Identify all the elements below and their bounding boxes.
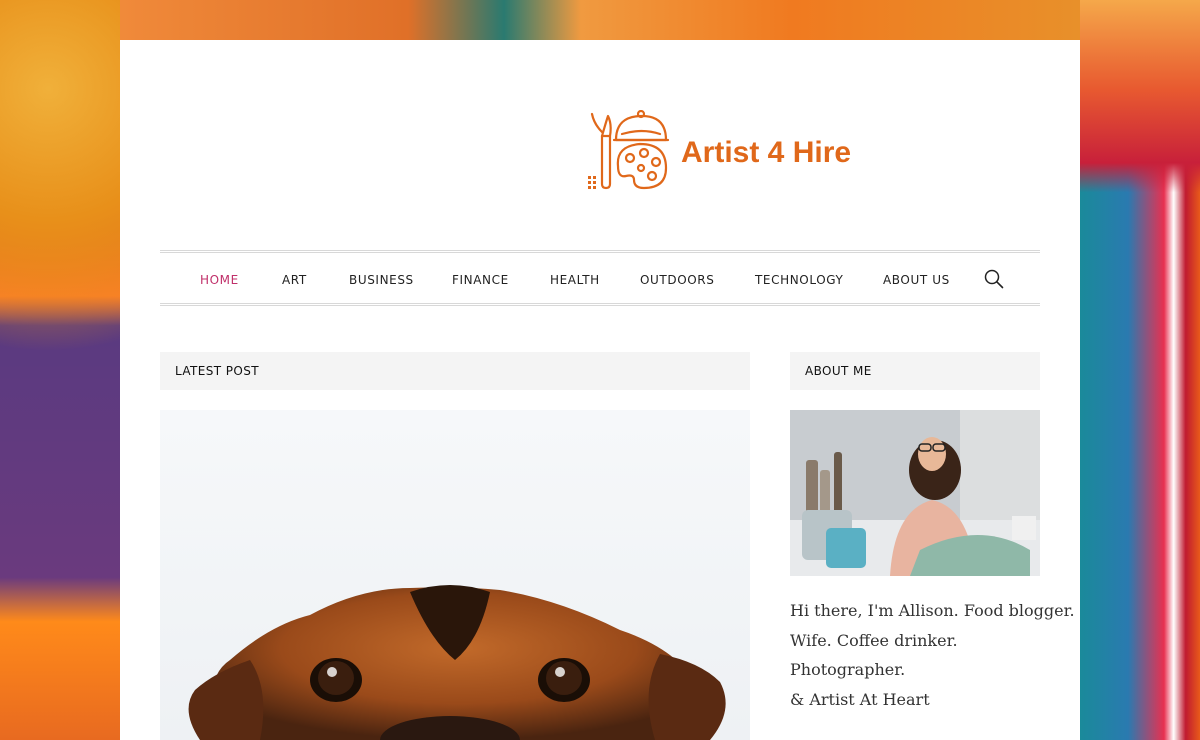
about-line: & Artist At Heart [790,689,930,709]
nav-item-health[interactable]: HEALTH [550,273,600,287]
artist-photo [790,410,1040,576]
nav-item-business[interactable]: BUSINESS [349,273,414,287]
search-icon[interactable] [984,269,1004,289]
post-image[interactable] [160,410,750,740]
background-painting-left [0,0,120,740]
about-line: Wife. Coffee drinker. [790,630,958,650]
about-text: Hi there, I'm Allison. Food blogger. Wif… [790,596,1075,714]
nav-item-home[interactable]: HOME [200,273,239,287]
nav-item-technology[interactable]: TECHNOLOGY [755,273,843,287]
dog-photo [188,585,726,740]
nav-item-about-us[interactable]: ABOUT US [883,273,950,287]
about-me-heading: ABOUT ME [790,352,1040,390]
about-line: Hi there, I'm Allison. Food blogger. [790,601,1075,620]
nav-item-finance[interactable]: FINANCE [452,273,509,287]
about-line: Photographer. [790,660,906,679]
background-painting-right [1080,0,1200,740]
site-name: Artist 4 Hire [681,136,852,169]
main-navigation: HOME ART BUSINESS FINANCE HEALTH OUTDOOR… [160,250,1040,306]
palette-logo-icon [588,110,670,190]
nav-item-art[interactable]: ART [282,273,307,287]
nav-item-outdoors[interactable]: OUTDOORS [640,273,714,287]
page-container: Artist 4 Hire HOME ART BUSINESS FINANCE … [120,40,1080,740]
latest-post-heading: LATEST POST [160,352,750,390]
about-image[interactable] [790,410,1040,576]
background-painting-top [120,0,1080,40]
site-logo[interactable]: Artist 4 Hire [586,110,866,192]
